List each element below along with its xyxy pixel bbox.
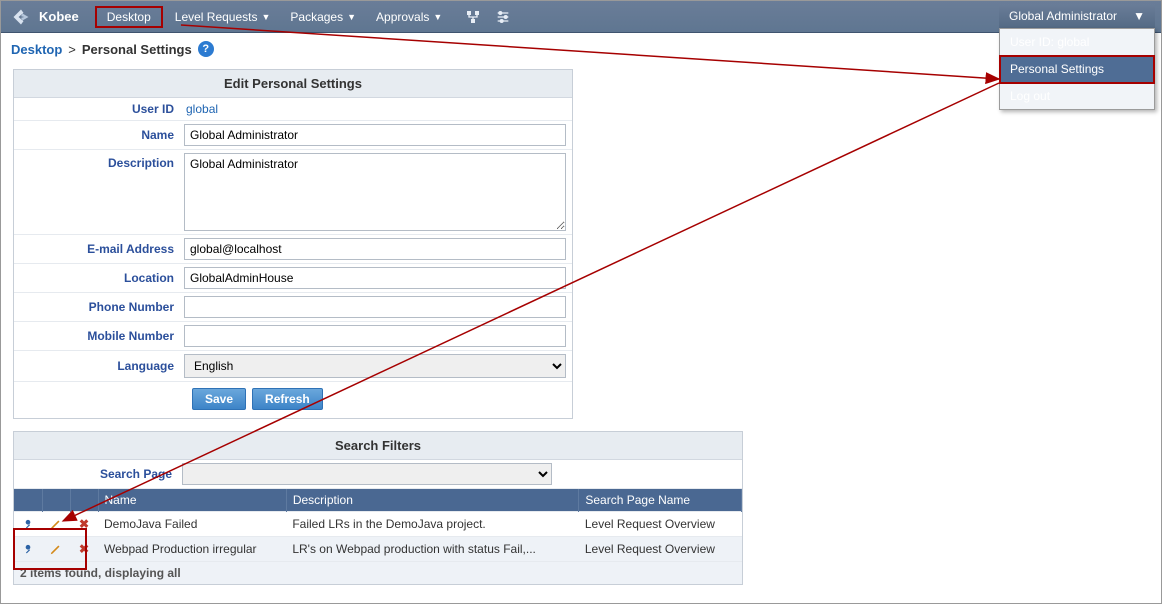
label-mobile: Mobile Number — [14, 325, 184, 347]
sliders-icon[interactable] — [494, 8, 512, 26]
cell-spn: Level Request Overview — [579, 512, 742, 537]
edit-panel-title: Edit Personal Settings — [14, 70, 572, 98]
view-icon[interactable] — [20, 541, 36, 557]
label-name: Name — [14, 124, 184, 146]
breadcrumb-sep: > — [68, 42, 76, 57]
cell-name: DemoJava Failed — [98, 512, 286, 537]
pencil-icon[interactable] — [48, 541, 64, 557]
label-phone: Phone Number — [14, 296, 184, 318]
col-search-page-name[interactable]: Search Page Name — [579, 489, 742, 512]
menu-level-requests-label: Level Requests — [175, 10, 258, 24]
breadcrumb-current: Personal Settings — [82, 42, 192, 57]
email-field[interactable] — [184, 238, 566, 260]
table-row: ✖ Webpad Production irregular LR's on We… — [14, 537, 742, 562]
tree-icon[interactable] — [464, 8, 482, 26]
table-row: ✖ DemoJava Failed Failed LRs in the Demo… — [14, 512, 742, 537]
menu-desktop[interactable]: Desktop — [95, 6, 163, 28]
location-field[interactable] — [184, 267, 566, 289]
menu-packages-label: Packages — [290, 10, 343, 24]
chevron-down-icon: ▼ — [433, 12, 442, 22]
menu-desktop-label: Desktop — [107, 10, 151, 24]
user-menu: Global Administrator ▼ User ID: global P… — [999, 4, 1155, 110]
phone-field[interactable] — [184, 296, 566, 318]
filters-panel-title: Search Filters — [14, 432, 742, 460]
description-field[interactable] — [184, 153, 566, 231]
value-user-id: global — [184, 102, 218, 116]
label-language: Language — [14, 355, 184, 377]
chevron-down-icon: ▼ — [347, 12, 356, 22]
cell-spn: Level Request Overview — [579, 537, 742, 562]
breadcrumb: Desktop > Personal Settings ? — [1, 33, 1161, 63]
brand-logo-icon — [9, 5, 33, 29]
user-menu-item-logout[interactable]: Log out — [1000, 83, 1154, 109]
menu-approvals-label: Approvals — [376, 10, 429, 24]
cell-desc: Failed LRs in the DemoJava project. — [286, 512, 579, 537]
label-user-id: User ID — [14, 98, 184, 120]
chevron-down-icon: ▼ — [261, 12, 270, 22]
name-field[interactable] — [184, 124, 566, 146]
search-page-select[interactable] — [182, 463, 552, 485]
language-select[interactable]: English — [184, 354, 566, 378]
cell-desc: LR's on Webpad production with status Fa… — [286, 537, 579, 562]
top-nav: Kobee Desktop Level Requests ▼ Packages … — [1, 1, 1161, 33]
pencil-icon[interactable] — [48, 516, 64, 532]
label-email: E-mail Address — [14, 238, 184, 260]
search-filters-panel: Search Filters Search Page Name Descript… — [13, 431, 743, 585]
filters-table: Name Description Search Page Name ✖ Demo… — [14, 489, 742, 584]
edit-personal-settings-panel: Edit Personal Settings User ID global Na… — [13, 69, 573, 419]
chevron-down-icon: ▼ — [1133, 9, 1145, 23]
user-menu-dropdown: User ID: global Personal Settings Log ou… — [999, 28, 1155, 110]
label-description: Description — [14, 150, 184, 174]
user-menu-label: Global Administrator — [1009, 9, 1117, 23]
user-menu-item-personal-settings[interactable]: Personal Settings — [1000, 56, 1154, 83]
brand-name: Kobee — [39, 9, 79, 24]
toolbar-icons — [464, 8, 512, 26]
menu-level-requests[interactable]: Level Requests ▼ — [167, 8, 279, 26]
cell-name: Webpad Production irregular — [98, 537, 286, 562]
help-icon[interactable]: ? — [198, 41, 214, 57]
label-search-page: Search Page — [14, 467, 182, 481]
user-menu-toggle[interactable]: Global Administrator ▼ — [999, 4, 1155, 28]
menu-packages[interactable]: Packages ▼ — [282, 8, 364, 26]
user-menu-item-userid[interactable]: User ID: global — [1000, 29, 1154, 56]
table-footer: 2 items found, displaying all — [14, 562, 742, 585]
menu-approvals[interactable]: Approvals ▼ — [368, 8, 450, 26]
breadcrumb-root[interactable]: Desktop — [11, 42, 62, 57]
refresh-button[interactable]: Refresh — [252, 388, 323, 410]
delete-icon[interactable]: ✖ — [76, 516, 92, 532]
view-icon[interactable] — [20, 516, 36, 532]
mobile-field[interactable] — [184, 325, 566, 347]
col-name[interactable]: Name — [98, 489, 286, 512]
label-location: Location — [14, 267, 184, 289]
delete-icon[interactable]: ✖ — [76, 541, 92, 557]
save-button[interactable]: Save — [192, 388, 246, 410]
col-description[interactable]: Description — [286, 489, 579, 512]
